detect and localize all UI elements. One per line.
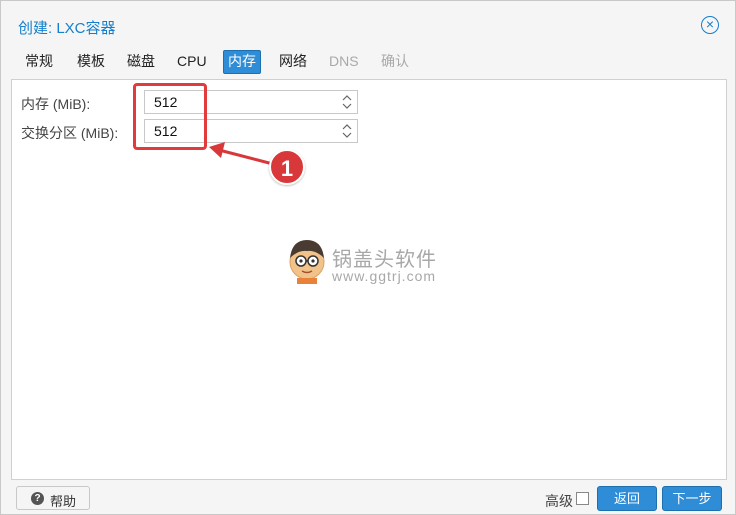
- next-button[interactable]: 下一步: [662, 486, 722, 511]
- tab-network[interactable]: 网络: [275, 50, 311, 72]
- advanced-checkbox[interactable]: [576, 492, 589, 505]
- advanced-label: 高级: [545, 493, 573, 509]
- tab-disks[interactable]: 磁盘: [123, 50, 159, 72]
- swap-label: 交换分区 (MiB):: [21, 125, 119, 141]
- help-button-label: 帮助: [50, 494, 77, 509]
- help-button[interactable]: ? 帮助: [16, 486, 90, 510]
- memory-label: 内存 (MiB):: [21, 96, 91, 112]
- tab-dns: DNS: [329, 53, 359, 69]
- create-lxc-dialog: 创建: LXC容器 × 常规 模板 磁盘 CPU 内存 网络 DNS 确认 内存…: [0, 0, 736, 515]
- annotation-highlight-box: [133, 83, 207, 150]
- spinner-arrows-icon[interactable]: [341, 122, 353, 140]
- help-icon: ?: [31, 492, 44, 505]
- spinner-arrows-icon[interactable]: [341, 93, 353, 111]
- dialog-title: 创建: LXC容器: [18, 20, 116, 37]
- tab-general[interactable]: 常规: [21, 50, 57, 72]
- dialog-titlebar: 创建: LXC容器 ×: [1, 1, 735, 45]
- mascot-logo-icon: [289, 240, 325, 284]
- watermark: 锅盖头软件 www.ggtrj.com: [286, 234, 436, 287]
- tab-cpu[interactable]: CPU: [173, 50, 211, 72]
- back-button[interactable]: 返回: [597, 486, 657, 511]
- annotation-badge: 1: [269, 149, 305, 185]
- tab-confirm: 确认: [381, 53, 409, 69]
- tab-memory[interactable]: 内存: [223, 50, 261, 74]
- tab-template[interactable]: 模板: [73, 50, 109, 72]
- watermark-url: www.ggtrj.com: [332, 268, 437, 284]
- close-icon[interactable]: ×: [701, 16, 719, 34]
